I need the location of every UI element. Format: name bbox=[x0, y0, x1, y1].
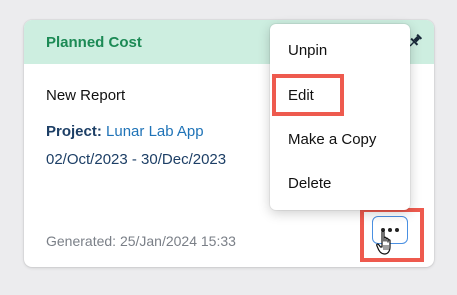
card-title: Planned Cost bbox=[46, 34, 142, 51]
menu-item-make-a-copy[interactable]: Make a Copy bbox=[270, 120, 410, 160]
generated-timestamp: Generated: 25/Jan/2024 15:33 bbox=[46, 233, 236, 249]
context-menu: Unpin Edit Make a Copy Delete bbox=[270, 24, 410, 210]
project-line: Project: Lunar Lab App bbox=[46, 123, 204, 140]
project-link[interactable]: Lunar Lab App bbox=[106, 123, 204, 140]
menu-item-unpin[interactable]: Unpin bbox=[270, 31, 410, 71]
hand-cursor-icon bbox=[376, 230, 391, 255]
project-label: Project: bbox=[46, 123, 102, 140]
report-name: New Report bbox=[46, 87, 126, 104]
menu-item-edit[interactable]: Edit bbox=[270, 76, 410, 116]
date-range: 02/Oct/2023 - 30/Dec/2023 bbox=[46, 151, 227, 168]
menu-item-delete[interactable]: Delete bbox=[270, 164, 410, 204]
